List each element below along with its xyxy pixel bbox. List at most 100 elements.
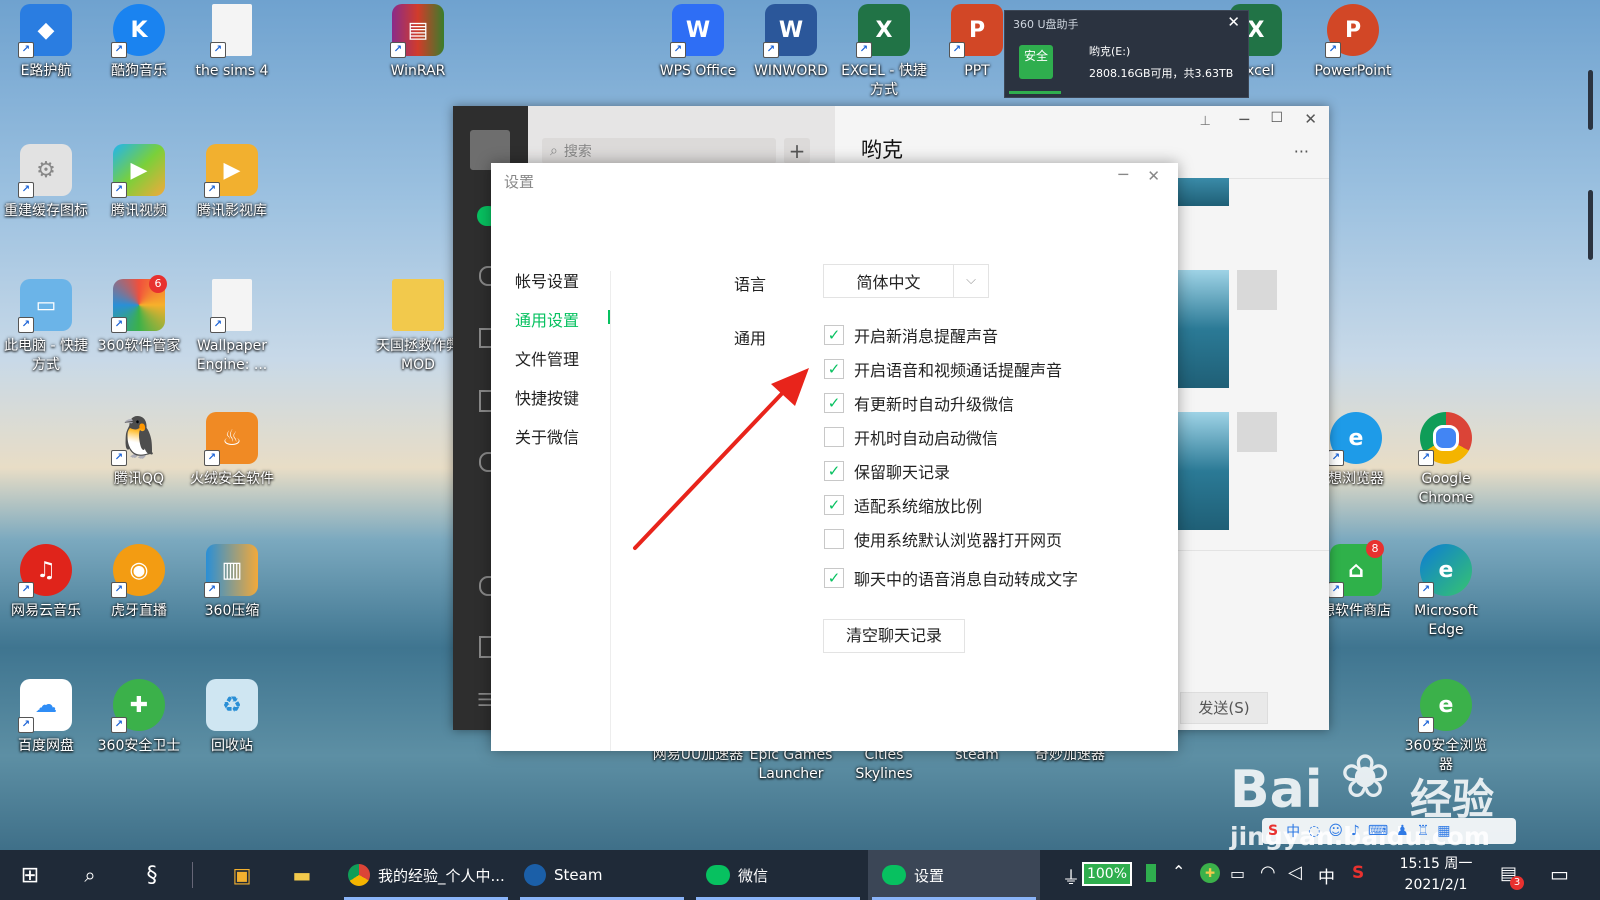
desktop-icon-winrar[interactable]: ▤ ↗ WinRAR bbox=[372, 0, 464, 81]
nav-files[interactable]: 文件管理 bbox=[515, 346, 579, 370]
minimize-icon[interactable]: ─ bbox=[1118, 165, 1128, 184]
checkbox[interactable]: ✓ bbox=[824, 359, 844, 379]
clothes-icon[interactable]: ♖ bbox=[1417, 823, 1430, 839]
minimize-icon[interactable]: ─ bbox=[1239, 110, 1249, 129]
punctuation-icon[interactable]: ◌ bbox=[1308, 823, 1320, 839]
windows-start-icon[interactable]: ⊞ bbox=[10, 850, 50, 900]
ime-indicator[interactable]: 中 bbox=[1318, 863, 1335, 888]
scrollbar[interactable] bbox=[1588, 70, 1593, 130]
desktop-icon-huya[interactable]: ◉ ↗ 虎牙直播 bbox=[93, 540, 185, 621]
wps-icon: W ↗ bbox=[670, 4, 724, 58]
mic-icon[interactable]: ♪ bbox=[1351, 823, 1360, 839]
user-icon[interactable]: ♟ bbox=[1396, 823, 1409, 839]
scrollbar[interactable] bbox=[1588, 190, 1593, 260]
desktop-icon-powerpoint[interactable]: P ↗ PowerPoint bbox=[1307, 0, 1399, 81]
option-auto-start[interactable]: 开机时自动启动微信 bbox=[824, 425, 998, 449]
checkbox[interactable]: ✓ bbox=[824, 393, 844, 413]
desktop-icon-kugou[interactable]: K ↗ 酷狗音乐 bbox=[93, 0, 185, 81]
taskbar-item-wechat[interactable]: 微信 bbox=[692, 850, 864, 900]
folder-icon[interactable]: ▬ bbox=[282, 850, 322, 900]
checkbox[interactable]: ✓ bbox=[824, 568, 844, 588]
desktop-icon-winword[interactable]: W ↗ WINWORD bbox=[745, 0, 837, 81]
option-keep-history[interactable]: ✓ 保留聊天记录 bbox=[824, 459, 950, 483]
desktop-icon-cities-skylines[interactable]: Cities Skylines bbox=[838, 746, 930, 784]
desktop-icon-e-road[interactable]: ◆ ↗ E路护航 bbox=[0, 0, 92, 81]
wifi-icon[interactable]: ◠ bbox=[1260, 862, 1276, 883]
nav-account[interactable]: 帐号设置 bbox=[515, 268, 579, 292]
sogou-icon: S bbox=[1268, 823, 1279, 839]
nav-shortcuts[interactable]: 快捷按键 bbox=[515, 385, 579, 409]
desktop-icon-tencent-library[interactable]: ▶ ↗ 腾讯影视库 bbox=[186, 140, 278, 221]
volume-icon[interactable]: ◁ bbox=[1288, 862, 1302, 883]
task-view-icon[interactable]: § bbox=[132, 850, 172, 900]
close-icon[interactable]: ✕ bbox=[1304, 110, 1317, 128]
desktop-icon-sims4[interactable]: ↗ the sims 4 bbox=[186, 0, 278, 81]
taskbar-item-chrome[interactable]: 我的经验_个人中... bbox=[340, 850, 512, 900]
desktop-icon-recycle-bin[interactable]: ♻ 回收站 bbox=[186, 675, 278, 756]
clock[interactable]: 15:15 周一 2021/2/1 bbox=[1386, 854, 1486, 896]
desktop-icon-huorong[interactable]: ♨ ↗ 火绒安全软件 bbox=[186, 408, 278, 489]
desktop-icon-edge[interactable]: e ↗ Microsoft Edge bbox=[1400, 540, 1492, 640]
emoji-icon[interactable]: ☺ bbox=[1328, 823, 1343, 839]
desktop-icon-rebuild-cache[interactable]: ⚙ ↗ 重建缓存图标 bbox=[0, 140, 92, 221]
send-button[interactable]: 发送(S) bbox=[1180, 692, 1268, 724]
desktop-icon-netease-music[interactable]: ♫ ↗ 网易云音乐 bbox=[0, 540, 92, 621]
desktop-icon-wallpaper-engine[interactable]: ↗ Wallpaper Engine: ... bbox=[186, 275, 278, 375]
sogou-icon[interactable]: S bbox=[1352, 863, 1364, 883]
desktop-icon-excel-shortcut[interactable]: X ↗ EXCEL - 快捷方式 bbox=[838, 0, 930, 100]
clear-history-button[interactable]: 清空聊天记录 bbox=[823, 619, 965, 653]
checkbox[interactable]: ✓ bbox=[824, 495, 844, 515]
checkbox[interactable]: ✓ bbox=[824, 325, 844, 345]
option-system-scaling[interactable]: ✓ 适配系统缩放比例 bbox=[824, 493, 982, 517]
checkbox[interactable] bbox=[824, 427, 844, 447]
ime-mode[interactable]: 中 bbox=[1286, 821, 1300, 841]
desktop-icon-epic[interactable]: Epic Games Launcher bbox=[745, 746, 837, 784]
ime-toolbar[interactable]: S 中 ◌ ☺ ♪ ⌨ ♟ ♖ ▦ bbox=[1262, 818, 1516, 844]
desktop-icon-wps[interactable]: W ↗ WPS Office bbox=[652, 0, 744, 81]
desktop-icon-360-zip[interactable]: ▥ ↗ 360压缩 bbox=[186, 540, 278, 621]
desktop-icon-kcd-mod[interactable]: 天国拯救作弊MOD bbox=[372, 275, 464, 375]
language-select[interactable]: 简体中文 ⌵ bbox=[823, 264, 989, 298]
keyboard-icon[interactable]: ⌨ bbox=[1368, 823, 1388, 839]
desktop-icon-tencent-video[interactable]: ▶ ↗ 腾讯视频 bbox=[93, 140, 185, 221]
desktop-icon-360-security[interactable]: ✚ ↗ 360安全卫士 bbox=[93, 675, 185, 756]
store-icon[interactable]: ▣ bbox=[222, 850, 262, 900]
pin-icon[interactable]: ⊥ bbox=[1200, 114, 1211, 129]
maximize-icon[interactable]: ☐ bbox=[1270, 110, 1283, 126]
taskbar-item-label: Steam bbox=[554, 866, 603, 884]
nav-about[interactable]: 关于微信 bbox=[515, 424, 579, 448]
close-icon[interactable]: ✕ bbox=[1147, 167, 1160, 185]
plug-icon[interactable]: ⏚ bbox=[1062, 864, 1080, 890]
desktop-icon-baidu-netdisk[interactable]: ☁ ↗ 百度网盘 bbox=[0, 675, 92, 756]
battery-icon[interactable] bbox=[1146, 864, 1156, 882]
search-icon: ⌕ bbox=[550, 143, 558, 159]
dialog-title: 设置 bbox=[504, 173, 535, 191]
desktop-icon-qq[interactable]: 🐧 ↗ 腾讯QQ bbox=[93, 408, 185, 489]
add-button[interactable]: + bbox=[784, 138, 810, 164]
desktop-icon-chrome[interactable]: ↗ Google Chrome bbox=[1400, 408, 1492, 508]
plus-shield-icon: ✚ ↗ bbox=[111, 679, 165, 733]
desktop-icon-360-soft[interactable]: ↗ 6 360软件管家 bbox=[93, 275, 185, 356]
checkbox[interactable] bbox=[824, 529, 844, 549]
more-icon[interactable]: ··· bbox=[1294, 142, 1309, 161]
option-default-browser[interactable]: 使用系统默认浏览器打开网页 bbox=[824, 527, 1062, 551]
search-icon[interactable]: ⌕ bbox=[70, 850, 110, 900]
option-auto-update[interactable]: ✓ 有更新时自动升级微信 bbox=[824, 391, 1014, 415]
desktop-icon-this-pc[interactable]: ▭ ↗ 此电脑 - 快捷方式 bbox=[0, 275, 92, 375]
option-voice-to-text[interactable]: ✓ 聊天中的语音消息自动转成文字 bbox=[824, 566, 1078, 590]
taskbar-item-steam[interactable]: Steam bbox=[516, 850, 688, 900]
search-input[interactable]: ⌕ 搜索 bbox=[542, 138, 776, 164]
battery-indicator[interactable]: 100% bbox=[1082, 862, 1132, 886]
option-new-message-sound[interactable]: ✓ 开启新消息提醒声音 bbox=[824, 323, 998, 347]
taskbar-item-settings[interactable]: 设置 bbox=[868, 850, 1040, 900]
action-center-icon[interactable]: ▭ bbox=[1550, 862, 1569, 886]
drive-name: 哟克(E:) bbox=[1089, 45, 1131, 58]
checkbox[interactable]: ✓ bbox=[824, 461, 844, 481]
usb-icon[interactable]: ▭ bbox=[1230, 864, 1245, 883]
chevron-up-icon[interactable]: ⌃ bbox=[1172, 862, 1185, 881]
grid-icon[interactable]: ▦ bbox=[1437, 823, 1450, 839]
360-tray-icon[interactable]: ✚ bbox=[1200, 863, 1220, 883]
close-icon[interactable]: ✕ bbox=[1227, 13, 1240, 31]
nav-general[interactable]: 通用设置 bbox=[515, 307, 579, 331]
option-call-sound[interactable]: ✓ 开启语音和视频通话提醒声音 bbox=[824, 357, 1062, 381]
